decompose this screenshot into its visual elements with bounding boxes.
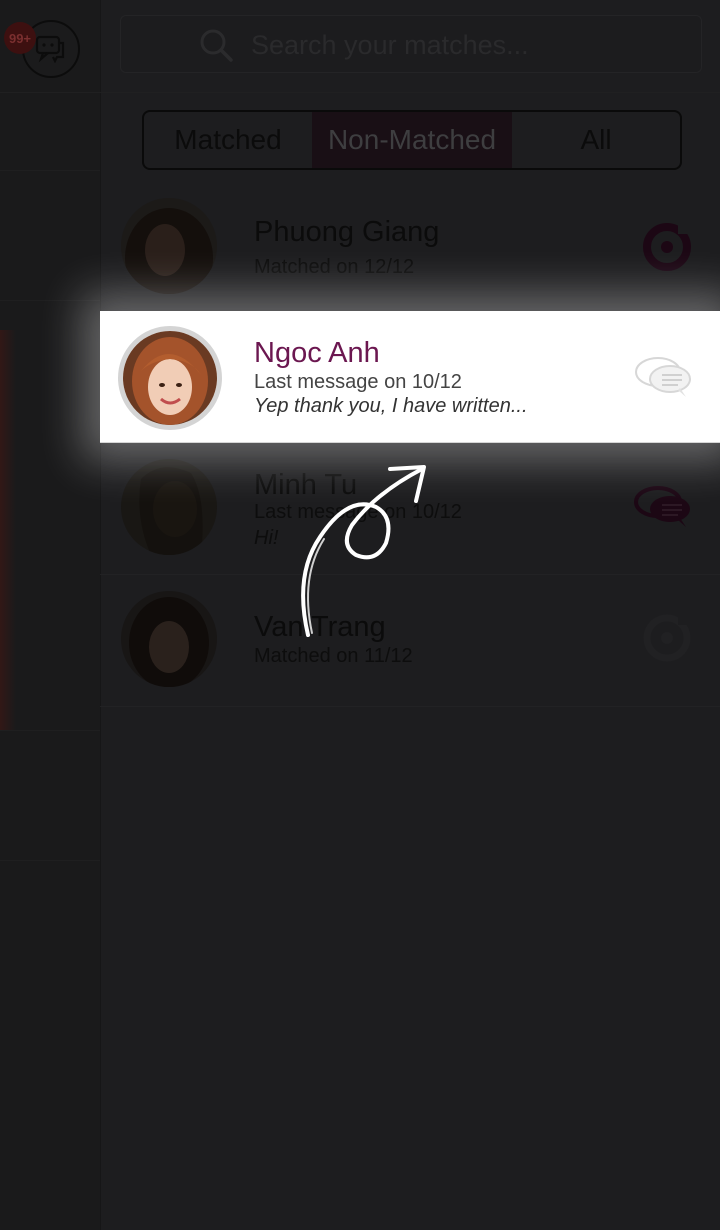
notification-badge: 99+ bbox=[4, 22, 36, 54]
side-divider bbox=[0, 170, 100, 171]
tab-matched[interactable]: Matched bbox=[144, 112, 312, 168]
arrow-hint-icon bbox=[301, 465, 426, 637]
header-divider bbox=[0, 92, 720, 93]
chat-bubbles-icon[interactable] bbox=[634, 355, 692, 404]
search-icon bbox=[200, 29, 233, 62]
match-row-highlighted[interactable]: Ngoc Anh Last message on 10/12 Yep thank… bbox=[100, 311, 720, 443]
side-divider bbox=[0, 860, 100, 861]
match-name: Phuong Giang bbox=[254, 216, 440, 248]
side-divider bbox=[0, 300, 100, 301]
side-glow bbox=[0, 330, 16, 730]
target-icon[interactable] bbox=[642, 222, 692, 277]
target-icon[interactable] bbox=[642, 613, 692, 668]
side-divider bbox=[0, 730, 100, 731]
chat-icon bbox=[35, 35, 65, 63]
tab-all[interactable]: All bbox=[512, 112, 680, 168]
side-panel bbox=[0, 0, 101, 1230]
last-message: Hi! bbox=[254, 527, 279, 549]
match-status: Matched on 12/12 bbox=[254, 256, 415, 278]
avatar bbox=[121, 459, 217, 555]
avatar bbox=[121, 591, 217, 687]
last-message: Yep thank you, I have written... bbox=[254, 395, 528, 417]
search-bar[interactable] bbox=[120, 15, 702, 73]
avatar bbox=[121, 198, 217, 294]
match-row[interactable]: Phuong Giang Matched on 12/12 bbox=[100, 180, 720, 312]
match-status: Last message on 10/12 bbox=[254, 371, 462, 393]
tab-non-matched[interactable]: Non-Matched bbox=[312, 112, 512, 168]
chat-bubbles-icon[interactable] bbox=[634, 485, 692, 534]
filter-tabs: Matched Non-Matched All bbox=[142, 110, 682, 170]
match-status: Matched on 11/12 bbox=[254, 645, 413, 667]
match-name: Ngoc Anh bbox=[254, 337, 380, 369]
avatar bbox=[118, 326, 222, 430]
search-input[interactable] bbox=[249, 24, 673, 66]
